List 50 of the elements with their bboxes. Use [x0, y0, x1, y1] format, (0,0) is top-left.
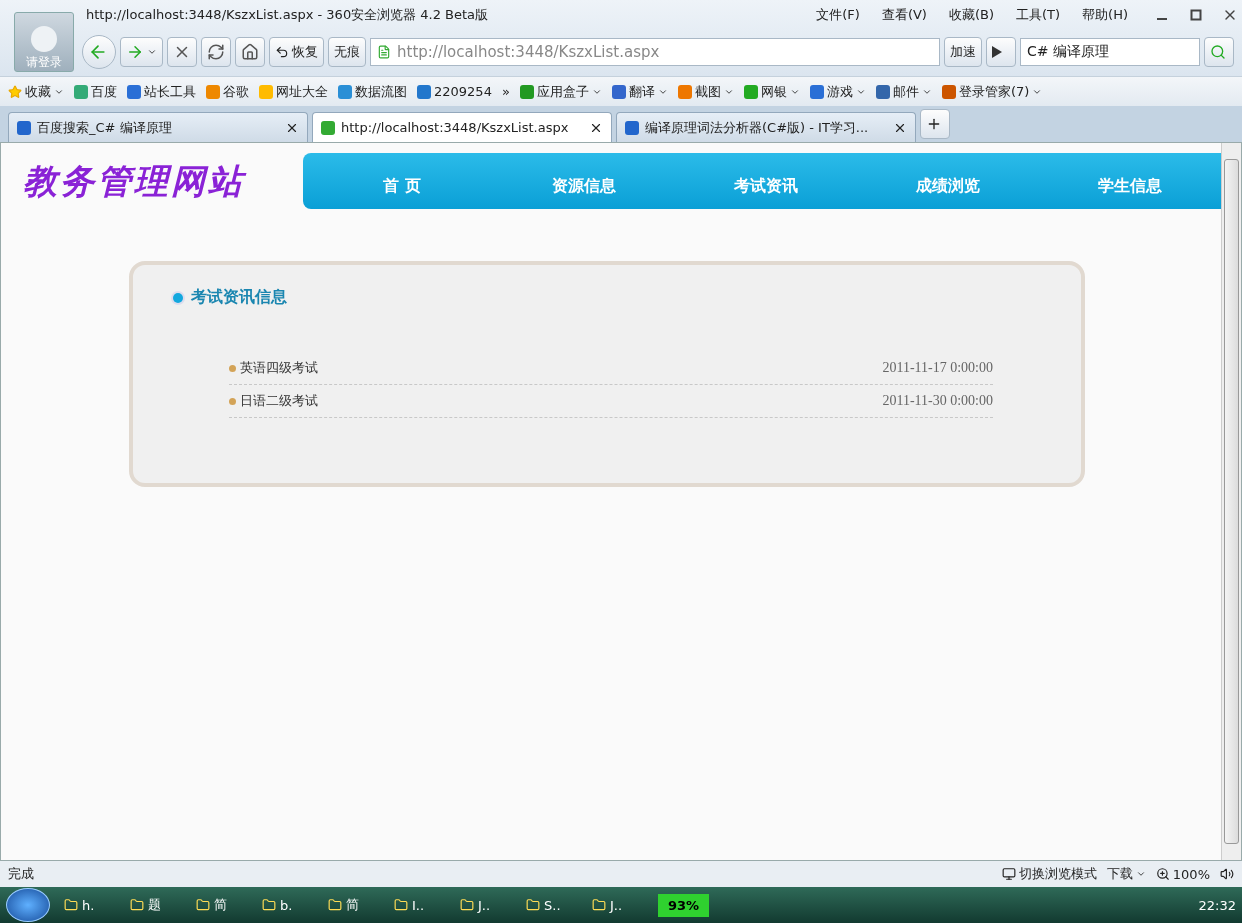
- taskbar-item[interactable]: b.: [262, 897, 314, 913]
- download-button[interactable]: 下载: [1106, 865, 1146, 883]
- search-field[interactable]: C# 编译原理: [1020, 38, 1200, 66]
- menu-item[interactable]: 文件(F): [816, 6, 860, 24]
- site-logo: 教务管理网站: [22, 159, 248, 203]
- bookmark-item[interactable]: 百度: [74, 82, 117, 101]
- window-title: http://localhost:3448/KszxList.aspx - 360安全浏览器 4.2 Beta版: [86, 6, 490, 24]
- bookmark-item[interactable]: 数据流图: [338, 82, 407, 101]
- bookmark-item[interactable]: »: [501, 84, 510, 99]
- clock: 22:32: [1198, 897, 1236, 913]
- address-field[interactable]: http://localhost:3448/KszxList.aspx: [370, 38, 940, 66]
- bookmark-item[interactable]: 截图: [677, 82, 734, 101]
- news-link[interactable]: 日语二级考试: [240, 392, 883, 410]
- taskbar-item[interactable]: J..: [592, 897, 644, 913]
- browser-tab[interactable]: 编译原理词法分析器(C#版) - IT学习...: [616, 112, 916, 142]
- panel-title: 考试资讯信息: [191, 287, 287, 308]
- bookmark-item[interactable]: 谷歌: [206, 82, 249, 101]
- taskbar-item[interactable]: 题: [130, 896, 182, 914]
- private-button[interactable]: 无痕: [328, 37, 366, 67]
- bookmark-item[interactable]: 网银: [743, 82, 800, 101]
- taskbar-item[interactable]: h.: [64, 897, 116, 913]
- status-text: 完成: [8, 865, 34, 883]
- menu-item[interactable]: 帮助(H): [1082, 6, 1128, 24]
- taskbar-item[interactable]: S..: [526, 897, 578, 913]
- bookmark-item[interactable]: 网址大全: [259, 82, 328, 101]
- browser-tab[interactable]: http://localhost:3448/KszxList.aspx: [312, 112, 612, 142]
- browser-tab[interactable]: 百度搜索_C# 编译原理: [8, 112, 308, 142]
- taskbar-item[interactable]: 简: [328, 896, 380, 914]
- news-date: 2011-11-17 0:00:00: [882, 360, 993, 376]
- menu-item[interactable]: 查看(V): [881, 6, 927, 24]
- news-link[interactable]: 英语四级考试: [240, 359, 883, 377]
- news-date: 2011-11-30 0:00:00: [882, 393, 993, 409]
- bookmark-item[interactable]: 收藏: [8, 82, 64, 101]
- restore-button[interactable]: 恢复: [269, 37, 324, 67]
- zoom-button[interactable]: 100%: [1155, 866, 1210, 882]
- menu-item[interactable]: 工具(T): [1016, 6, 1061, 24]
- bookmark-item[interactable]: 游戏: [809, 82, 866, 101]
- bookmark-item[interactable]: 2209254: [417, 84, 492, 99]
- taskbar-item[interactable]: 简: [196, 896, 248, 914]
- taskbar-item[interactable]: I..: [394, 897, 446, 913]
- bookmark-item[interactable]: 邮件: [875, 82, 932, 101]
- bookmark-item[interactable]: 站长工具: [127, 82, 196, 101]
- bookmark-item[interactable]: 登录管家(7): [941, 82, 1043, 101]
- speedup-button[interactable]: 加速: [944, 37, 982, 67]
- bookmark-item[interactable]: 翻译: [611, 82, 668, 101]
- bookmark-item[interactable]: 应用盒子: [519, 82, 602, 101]
- mode-switch-button[interactable]: 切换浏览模式: [1001, 865, 1097, 883]
- battery-meter: 93%: [658, 893, 710, 917]
- taskbar-item[interactable]: J..: [460, 897, 512, 913]
- menu-item[interactable]: 收藏(B): [948, 6, 994, 24]
